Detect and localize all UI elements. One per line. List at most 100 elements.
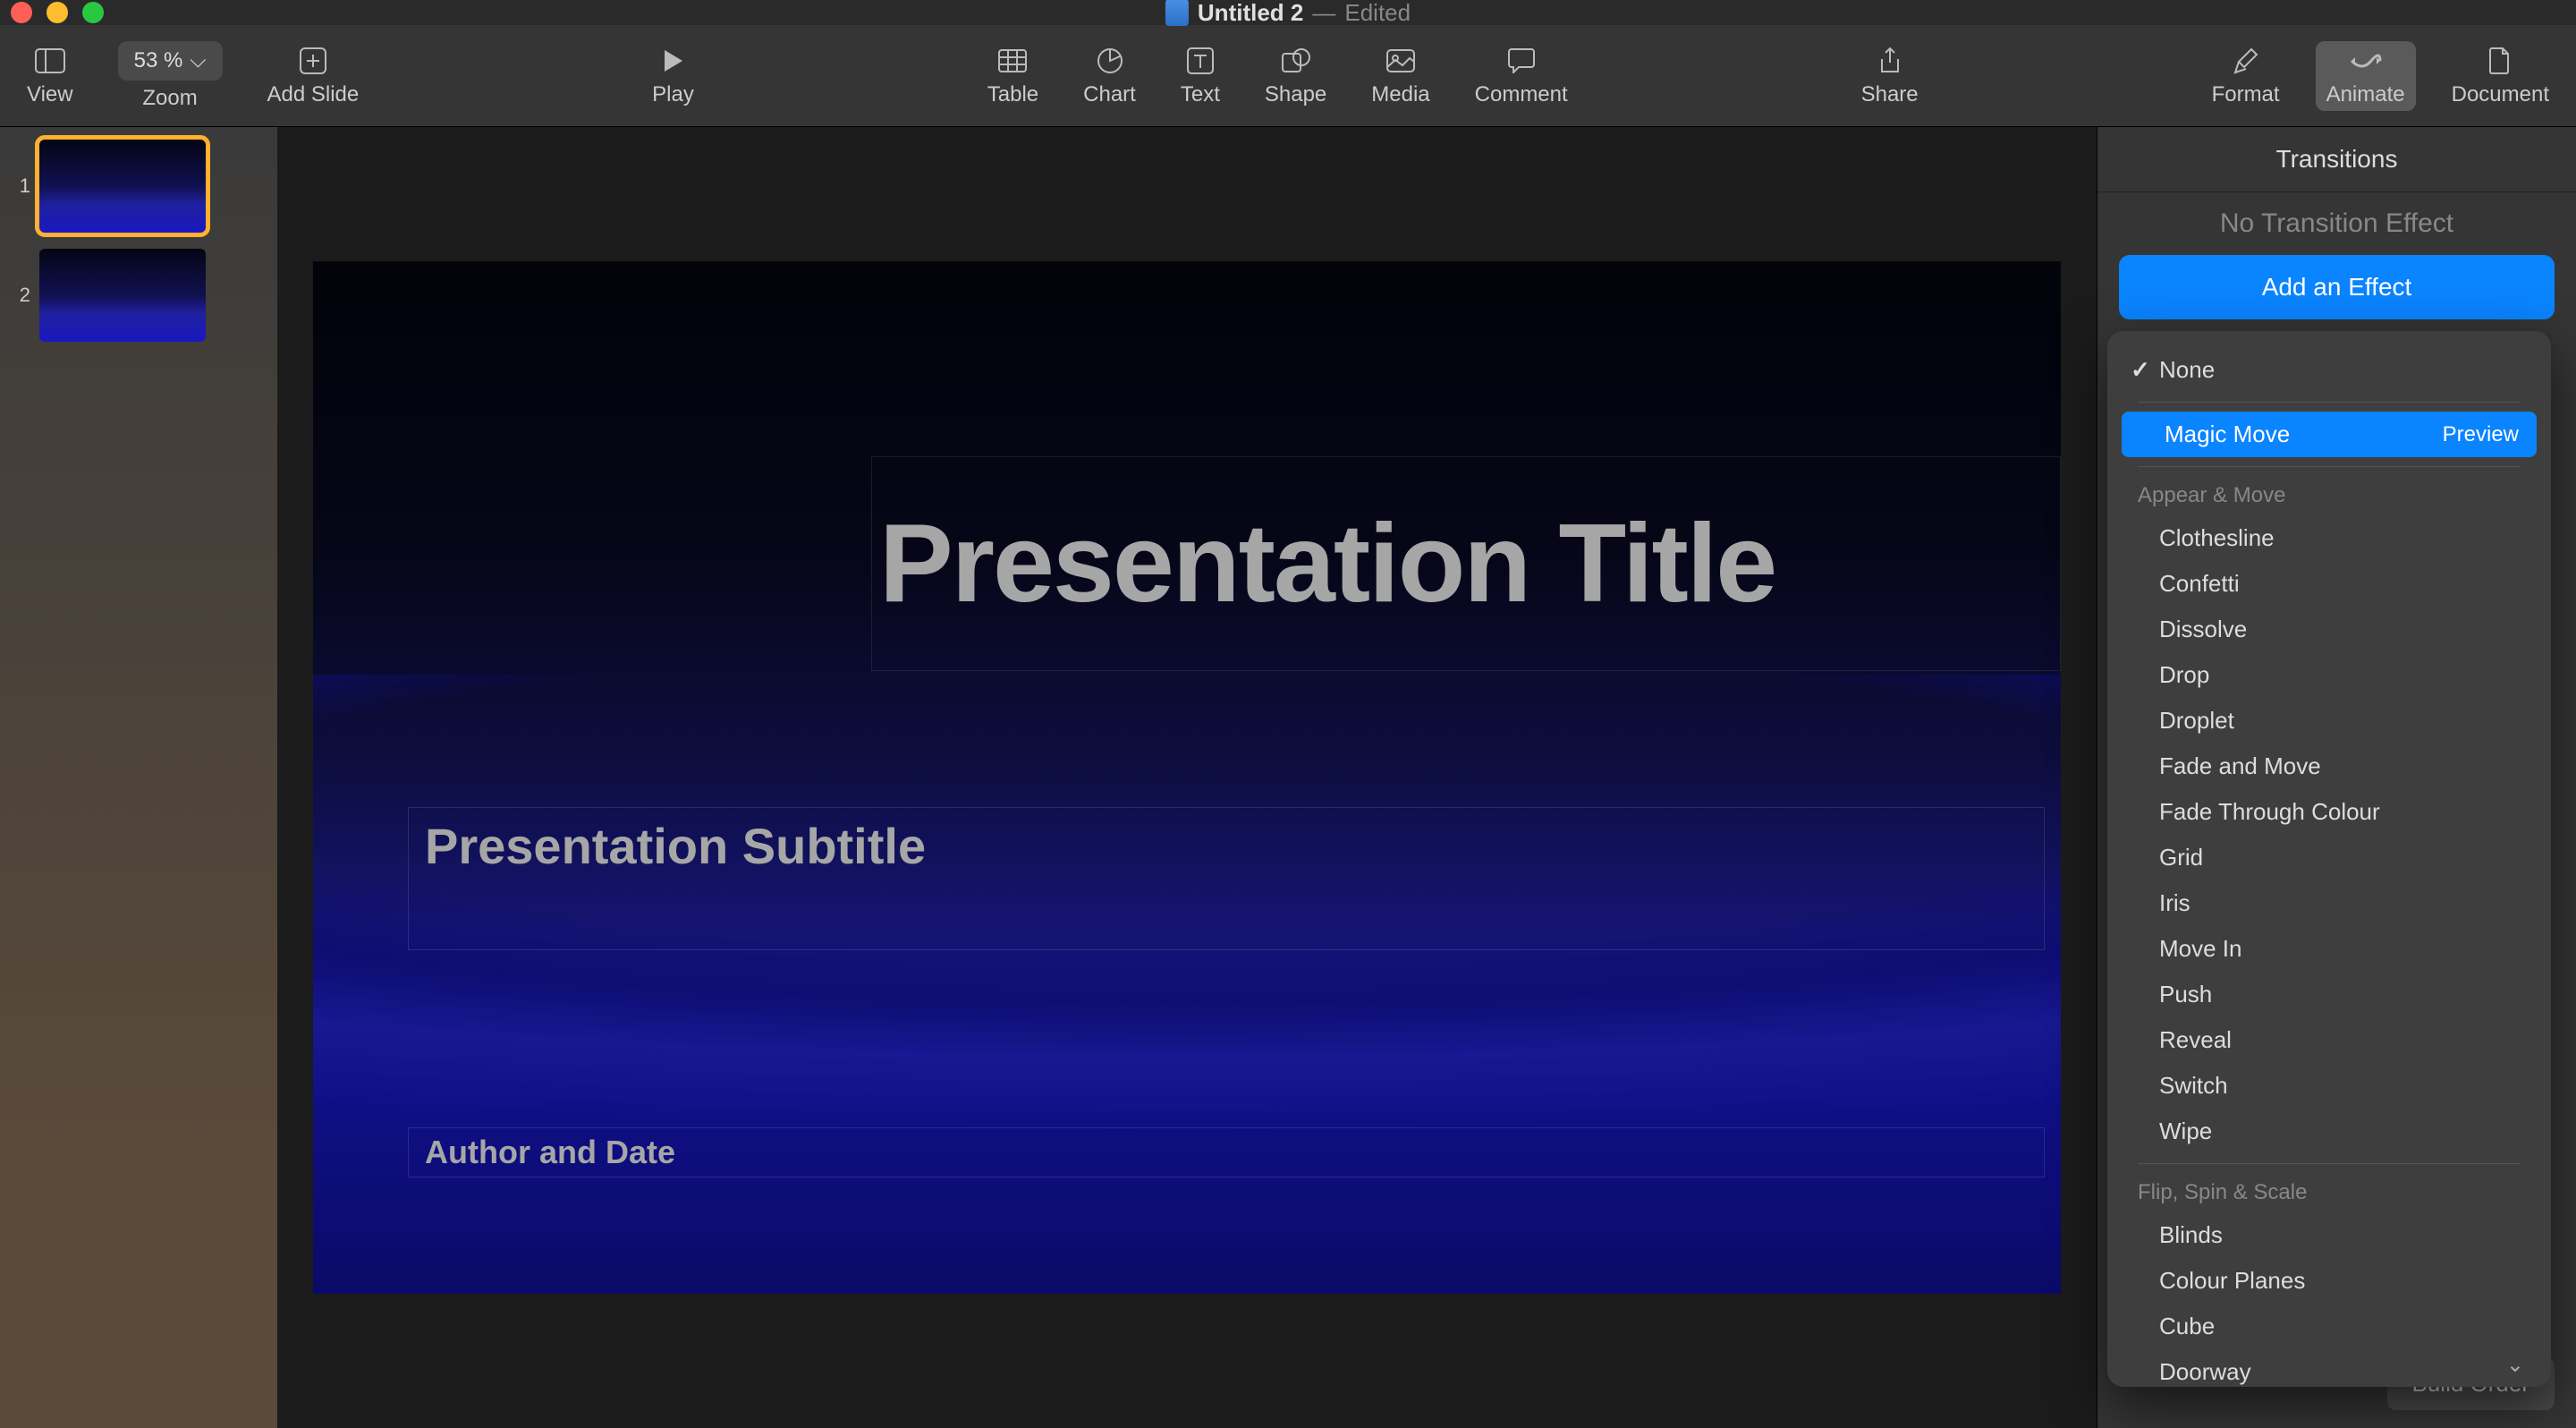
transition-drop[interactable]: Drop — [2116, 652, 2542, 698]
animate-label: Animate — [2326, 82, 2405, 107]
background-wave — [313, 675, 2061, 1294]
play-icon — [657, 45, 690, 77]
play-label: Play — [652, 82, 694, 107]
transition-push[interactable]: Push — [2116, 972, 2542, 1017]
transition-none[interactable]: None — [2116, 347, 2542, 393]
text-icon — [1184, 45, 1216, 77]
slide-content: Presentation Title Presentation Subtitle… — [313, 261, 2061, 1294]
format-button[interactable]: Format — [2212, 45, 2280, 107]
divider — [2138, 1163, 2521, 1164]
doc-name: Untitled 2 — [1198, 0, 1303, 27]
transition-switch[interactable]: Switch — [2116, 1063, 2542, 1109]
transition-colour-planes[interactable]: Colour Planes — [2116, 1258, 2542, 1304]
document-button[interactable]: Document — [2452, 45, 2549, 107]
title-separator: — — [1312, 0, 1335, 27]
slide-subtitle: Presentation Subtitle — [425, 817, 2028, 875]
chevron-down-icon: ⌵ — [190, 48, 206, 73]
transition-droplet[interactable]: Droplet — [2116, 698, 2542, 744]
transition-fade-through-colour[interactable]: Fade Through Colour — [2116, 789, 2542, 835]
transition-magic-move[interactable]: Magic Move Preview — [2122, 412, 2537, 457]
slide-thumbnail-1[interactable] — [39, 140, 206, 233]
add-slide-label: Add Slide — [267, 82, 360, 107]
slide-title: Presentation Title — [879, 500, 1775, 627]
transition-reveal[interactable]: Reveal — [2116, 1017, 2542, 1063]
transition-doorway[interactable]: Doorway — [2116, 1349, 2542, 1387]
format-label: Format — [2212, 82, 2280, 107]
divider — [2138, 466, 2521, 467]
animate-button[interactable]: Animate — [2316, 41, 2416, 111]
fullscreen-window-button[interactable] — [82, 2, 104, 23]
document-title: Untitled 2 — Edited — [1165, 0, 1411, 27]
chart-icon — [1094, 45, 1126, 77]
shape-button[interactable]: Shape — [1265, 45, 1326, 107]
transition-fade-and-move[interactable]: Fade and Move — [2116, 744, 2542, 789]
transition-clothesline[interactable]: Clothesline — [2116, 515, 2542, 561]
close-window-button[interactable] — [11, 2, 32, 23]
comment-icon — [1505, 45, 1538, 77]
add-slide-button[interactable]: Add Slide — [267, 45, 360, 107]
category-appear-move: Appear & Move — [2116, 476, 2542, 515]
transition-blinds[interactable]: Blinds — [2116, 1212, 2542, 1258]
subtitle-text-box[interactable]: Presentation Subtitle — [408, 807, 2045, 950]
divider — [2138, 402, 2521, 403]
plus-icon — [297, 45, 329, 77]
transition-cube[interactable]: Cube — [2116, 1304, 2542, 1349]
media-icon — [1385, 45, 1417, 77]
view-button[interactable]: View — [27, 45, 73, 107]
animate-icon — [2350, 45, 2382, 77]
text-button[interactable]: Text — [1181, 45, 1220, 107]
title-text-box[interactable]: Presentation Title — [871, 456, 2061, 671]
document-label: Document — [2452, 82, 2549, 107]
table-button[interactable]: Table — [987, 45, 1038, 107]
author-text-box[interactable]: Author and Date — [408, 1127, 2045, 1177]
minimize-window-button[interactable] — [47, 2, 68, 23]
transition-move-in[interactable]: Move In — [2116, 926, 2542, 972]
chart-label: Chart — [1083, 82, 1136, 107]
sidebar-icon — [34, 45, 66, 77]
table-label: Table — [987, 82, 1038, 107]
zoom-label: Zoom — [142, 86, 197, 111]
transition-wipe[interactable]: Wipe — [2116, 1109, 2542, 1154]
slide-thumbnail-2[interactable] — [39, 249, 206, 342]
magic-move-label: Magic Move — [2165, 421, 2290, 448]
media-label: Media — [1371, 82, 1429, 107]
transition-dissolve[interactable]: Dissolve — [2116, 607, 2542, 652]
chevron-down-icon[interactable]: ⌄ — [2506, 1352, 2524, 1378]
comment-button[interactable]: Comment — [1475, 45, 1568, 107]
zoom-value: 53 % — [134, 48, 183, 73]
keynote-doc-icon — [1165, 0, 1189, 26]
transition-grid[interactable]: Grid — [2116, 835, 2542, 880]
paintbrush-icon — [2230, 45, 2262, 77]
slide-author: Author and Date — [425, 1134, 675, 1171]
transition-iris[interactable]: Iris — [2116, 880, 2542, 926]
zoom-control[interactable]: 53 % ⌵ Zoom — [118, 41, 223, 111]
slide-navigator: 1 2 — [0, 127, 277, 1428]
share-button[interactable]: Share — [1861, 45, 1919, 107]
edited-indicator: Edited — [1344, 0, 1411, 27]
inspector-tab-transitions[interactable]: Transitions — [2097, 127, 2576, 192]
share-label: Share — [1861, 82, 1919, 107]
play-button[interactable]: Play — [652, 45, 694, 107]
view-label: View — [27, 82, 73, 107]
share-icon — [1874, 45, 1906, 77]
table-icon — [996, 45, 1029, 77]
nav-slide-1[interactable]: 1 — [13, 140, 265, 233]
traffic-lights — [11, 2, 104, 23]
transition-confetti[interactable]: Confetti — [2116, 561, 2542, 607]
slide-canvas[interactable]: Presentation Title Presentation Subtitle… — [277, 127, 2097, 1428]
nav-slide-2[interactable]: 2 — [13, 249, 265, 342]
slide-number: 1 — [13, 174, 30, 198]
shape-label: Shape — [1265, 82, 1326, 107]
transitions-dropdown: None Magic Move Preview Appear & Move Cl… — [2107, 331, 2551, 1387]
category-flip-spin-scale: Flip, Spin & Scale — [2116, 1173, 2542, 1212]
media-button[interactable]: Media — [1371, 45, 1429, 107]
chart-button[interactable]: Chart — [1083, 45, 1136, 107]
text-label: Text — [1181, 82, 1220, 107]
preview-label[interactable]: Preview — [2443, 422, 2519, 447]
document-icon — [2484, 45, 2516, 77]
shape-icon — [1280, 45, 1312, 77]
toolbar: View 53 % ⌵ Zoom Add Slide Play Table Ch… — [0, 25, 2576, 127]
slide-number: 2 — [13, 284, 30, 307]
transition-status: No Transition Effect — [2097, 192, 2576, 255]
add-effect-button[interactable]: Add an Effect — [2119, 255, 2555, 319]
